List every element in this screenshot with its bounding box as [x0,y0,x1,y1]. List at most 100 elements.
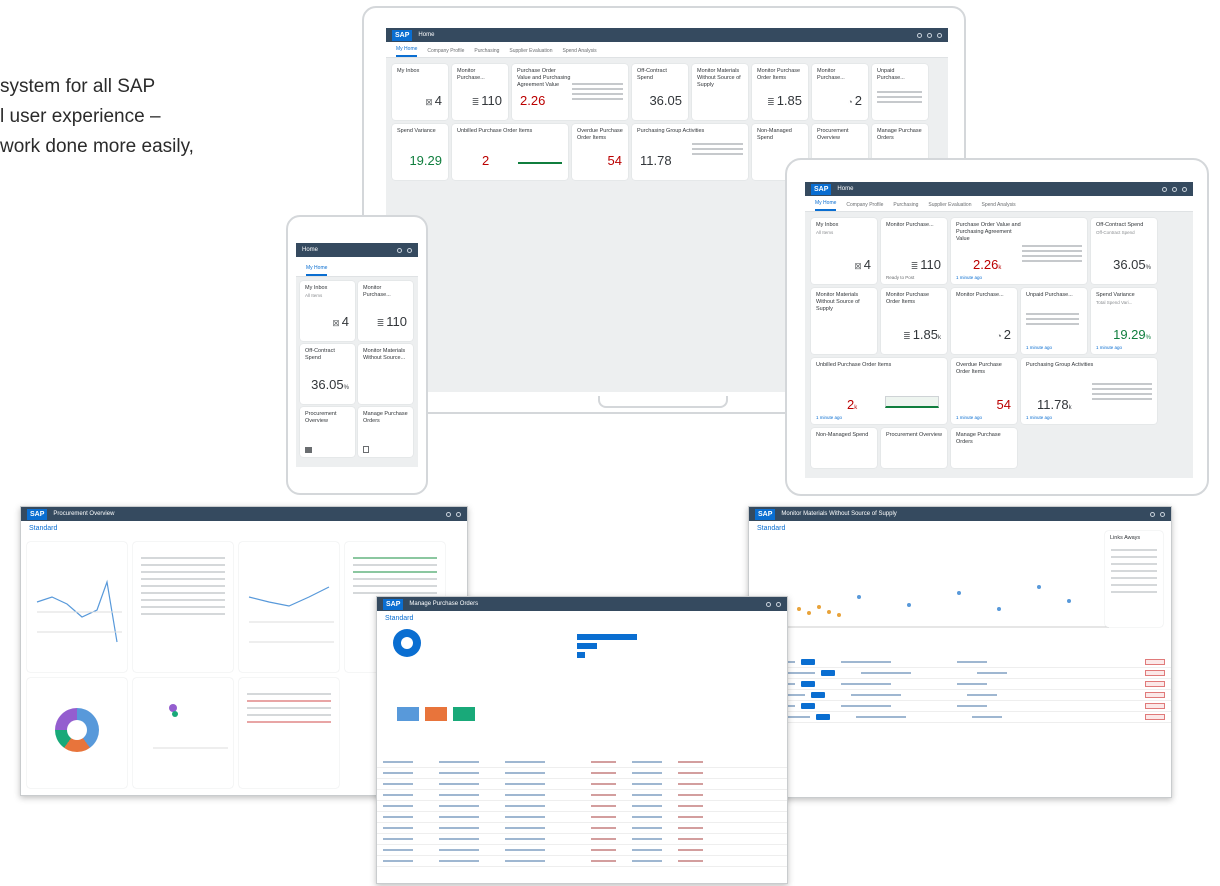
tablet-tile-unpaid[interactable]: Unpaid Purchase... 1 minute ago [1021,288,1087,354]
table-row[interactable] [377,768,787,779]
table-row[interactable] [377,834,787,845]
tile-title: Purchasing Group Activities [1026,362,1094,368]
table-row[interactable] [377,757,787,768]
tablet-tile-manage-po[interactable]: Manage Purchase Orders [951,428,1017,468]
table-row[interactable] [377,845,787,856]
monitor-materials-window: SAP Monitor Materials Without Source of S… [748,506,1172,798]
search-icon[interactable] [1150,511,1155,517]
gauge-icon: ◔ [996,331,1002,341]
card-scatter[interactable] [133,678,233,788]
phone-tile-monitor-po[interactable]: Monitor Purchase... ≣ 110 [358,281,413,341]
table-row[interactable] [377,801,787,812]
laptop-tab-spend-analysis[interactable]: Spend Analysis [562,48,596,57]
user-icon[interactable] [407,247,412,253]
table-row[interactable] [377,856,787,867]
card-list[interactable] [133,542,233,672]
tile-title: Non-Managed Spend [816,432,869,438]
tablet-tile-purchasing-group[interactable]: Purchasing Group Activities 11.78k 1 minut… [1021,358,1157,424]
bell-icon[interactable] [1172,186,1177,192]
tablet-tab-company-profile[interactable]: Company Profile [846,202,883,211]
phone-tile-manage-po[interactable]: Manage Purchase Orders [358,407,413,457]
tablet-tile-spend-variance[interactable]: Spend Variance Total Spend Vari... 19.29% 1… [1091,288,1157,354]
table-row[interactable] [377,823,787,834]
phone-tile-inbox[interactable]: My Inbox All Items ⊠ 4 [300,281,355,341]
laptop-tile-po-value[interactable]: Purchase Order Value and Purchasing Agre… [512,64,628,120]
laptop-shell-title[interactable]: Home [418,32,434,38]
tile-title: Off-Contract Spend [1096,222,1144,228]
laptop-tile-monitor-purchase[interactable]: Monitor Purchase... ◔ 2 [812,64,868,120]
laptop-tile-po-items[interactable]: Monitor Purchase Order Items ≣ 1.85 [752,64,808,120]
table-row[interactable] [749,701,1171,712]
tile-title: Spend Variance [397,128,436,134]
card-line-chart[interactable] [27,542,127,672]
table-row[interactable] [377,779,787,790]
phone-tile-off-contract[interactable]: Off-Contract Spend 36.05% [300,344,355,404]
window-c-variant[interactable]: Standard [377,611,787,626]
tablet-tile-overdue[interactable]: Overdue Purchase Order Items 54 1 minute a… [951,358,1017,424]
laptop-tile-inbox[interactable]: My Inbox ⊠ 4 [392,64,448,120]
phone-shell-title[interactable]: Home [302,247,318,253]
tile-kpi: 2 [854,93,862,108]
tablet-tile-unbilled[interactable]: Unbilled Purchase Order Items 2k 1 minute … [811,358,947,424]
laptop-tab-purchasing[interactable]: Purchasing [474,48,499,57]
tablet-tile-monitor-purchase[interactable]: Monitor Purchase... ◔ 2 [951,288,1017,354]
window-c-shell-icons [766,601,781,607]
tablet-tab-purchasing[interactable]: Purchasing [893,202,918,211]
search-icon[interactable] [1162,186,1167,192]
tablet-tile-monitor-po[interactable]: Monitor Purchase... ≣ 110 Ready to Post [881,218,947,284]
laptop-tile-unbilled[interactable]: Unbilled Purchase Order Items 2 [452,124,568,180]
search-icon[interactable] [397,247,402,253]
search-icon[interactable] [766,601,771,607]
tablet-tab-spend-analysis[interactable]: Spend Analysis [981,202,1015,211]
tablet-shell-title[interactable]: Home [837,186,853,192]
card-donut[interactable] [27,678,127,788]
laptop-tile-spend-variance[interactable]: Spend Variance 19.29 [392,124,448,180]
laptop-tab-company-profile[interactable]: Company Profile [427,48,464,57]
tile-unit: k [998,265,1002,271]
table-row[interactable] [749,668,1171,679]
tablet-tab-supplier-evaluation[interactable]: Supplier Evaluation [928,202,971,211]
tablet-tile-inbox[interactable]: My Inbox All Items ⊠ 4 [811,218,877,284]
laptop-tile-monitor-po[interactable]: Monitor Purchase... ≣ 110 [452,64,508,120]
table-row[interactable] [749,657,1171,668]
laptop-tile-unpaid[interactable]: Unpaid Purchase... [872,64,928,120]
tablet-tile-materials[interactable]: Monitor Materials Without Source of Supp… [811,288,877,354]
user-icon[interactable] [1182,186,1187,192]
tile-kpi: 19.29 [409,153,442,168]
tile-title: Non-Managed Spend [757,128,792,141]
user-icon[interactable] [456,511,461,517]
tablet-tile-non-managed[interactable]: Non-Managed Spend [811,428,877,468]
laptop-tile-off-contract[interactable]: Off-Contract Spend 36.05 [632,64,688,120]
tablet-tile-po-value[interactable]: Purchase Order Value and Purchasing Agre… [951,218,1087,284]
table-row[interactable] [749,690,1171,701]
user-icon[interactable] [1160,511,1165,517]
tablet-tile-po-items[interactable]: Monitor Purchase Order Items ≣ 1.85k [881,288,947,354]
links-popover[interactable]: Links Aways [1105,531,1163,627]
laptop-tile-materials[interactable]: Monitor Materials Without Source of Supp… [692,64,748,120]
po-table [377,757,787,867]
laptop-tile-purchasing-group[interactable]: Purchasing Group Activities 11.78 [632,124,748,180]
table-row[interactable] [749,712,1171,723]
laptop-tab-supplier-evaluation[interactable]: Supplier Evaluation [509,48,552,57]
card-kpi-list[interactable] [239,678,339,788]
user-icon[interactable] [937,32,942,38]
window-a-variant[interactable]: Standard [21,521,467,536]
laptop-tab-home[interactable]: My Home [396,46,418,57]
phone-device: Home My Home My Inbox All Items ⊠ 4 Monitor… [286,215,428,495]
tablet-tile-off-contract[interactable]: Off-Contract Spend Off-Contract Spend 36.0… [1091,218,1157,284]
card-area-chart[interactable] [239,542,339,672]
phone-tab-home[interactable]: My Home [306,265,328,276]
laptop-tile-overdue[interactable]: Overdue Purchase Order Items 54 [572,124,628,180]
tablet-tile-procurement-overview[interactable]: Procurement Overview [881,428,947,468]
bell-icon[interactable] [927,32,932,38]
search-icon[interactable] [917,32,922,38]
user-icon[interactable] [776,601,781,607]
phone-tile-materials[interactable]: Monitor Materials Without Source... [358,344,413,404]
table-row[interactable] [377,812,787,823]
table-row[interactable] [749,679,1171,690]
phone-tile-procurement-overview[interactable]: Procurement Overview [300,407,355,457]
sparkline [518,154,562,164]
tablet-tab-home[interactable]: My Home [815,200,837,211]
table-row[interactable] [377,790,787,801]
search-icon[interactable] [446,511,451,517]
